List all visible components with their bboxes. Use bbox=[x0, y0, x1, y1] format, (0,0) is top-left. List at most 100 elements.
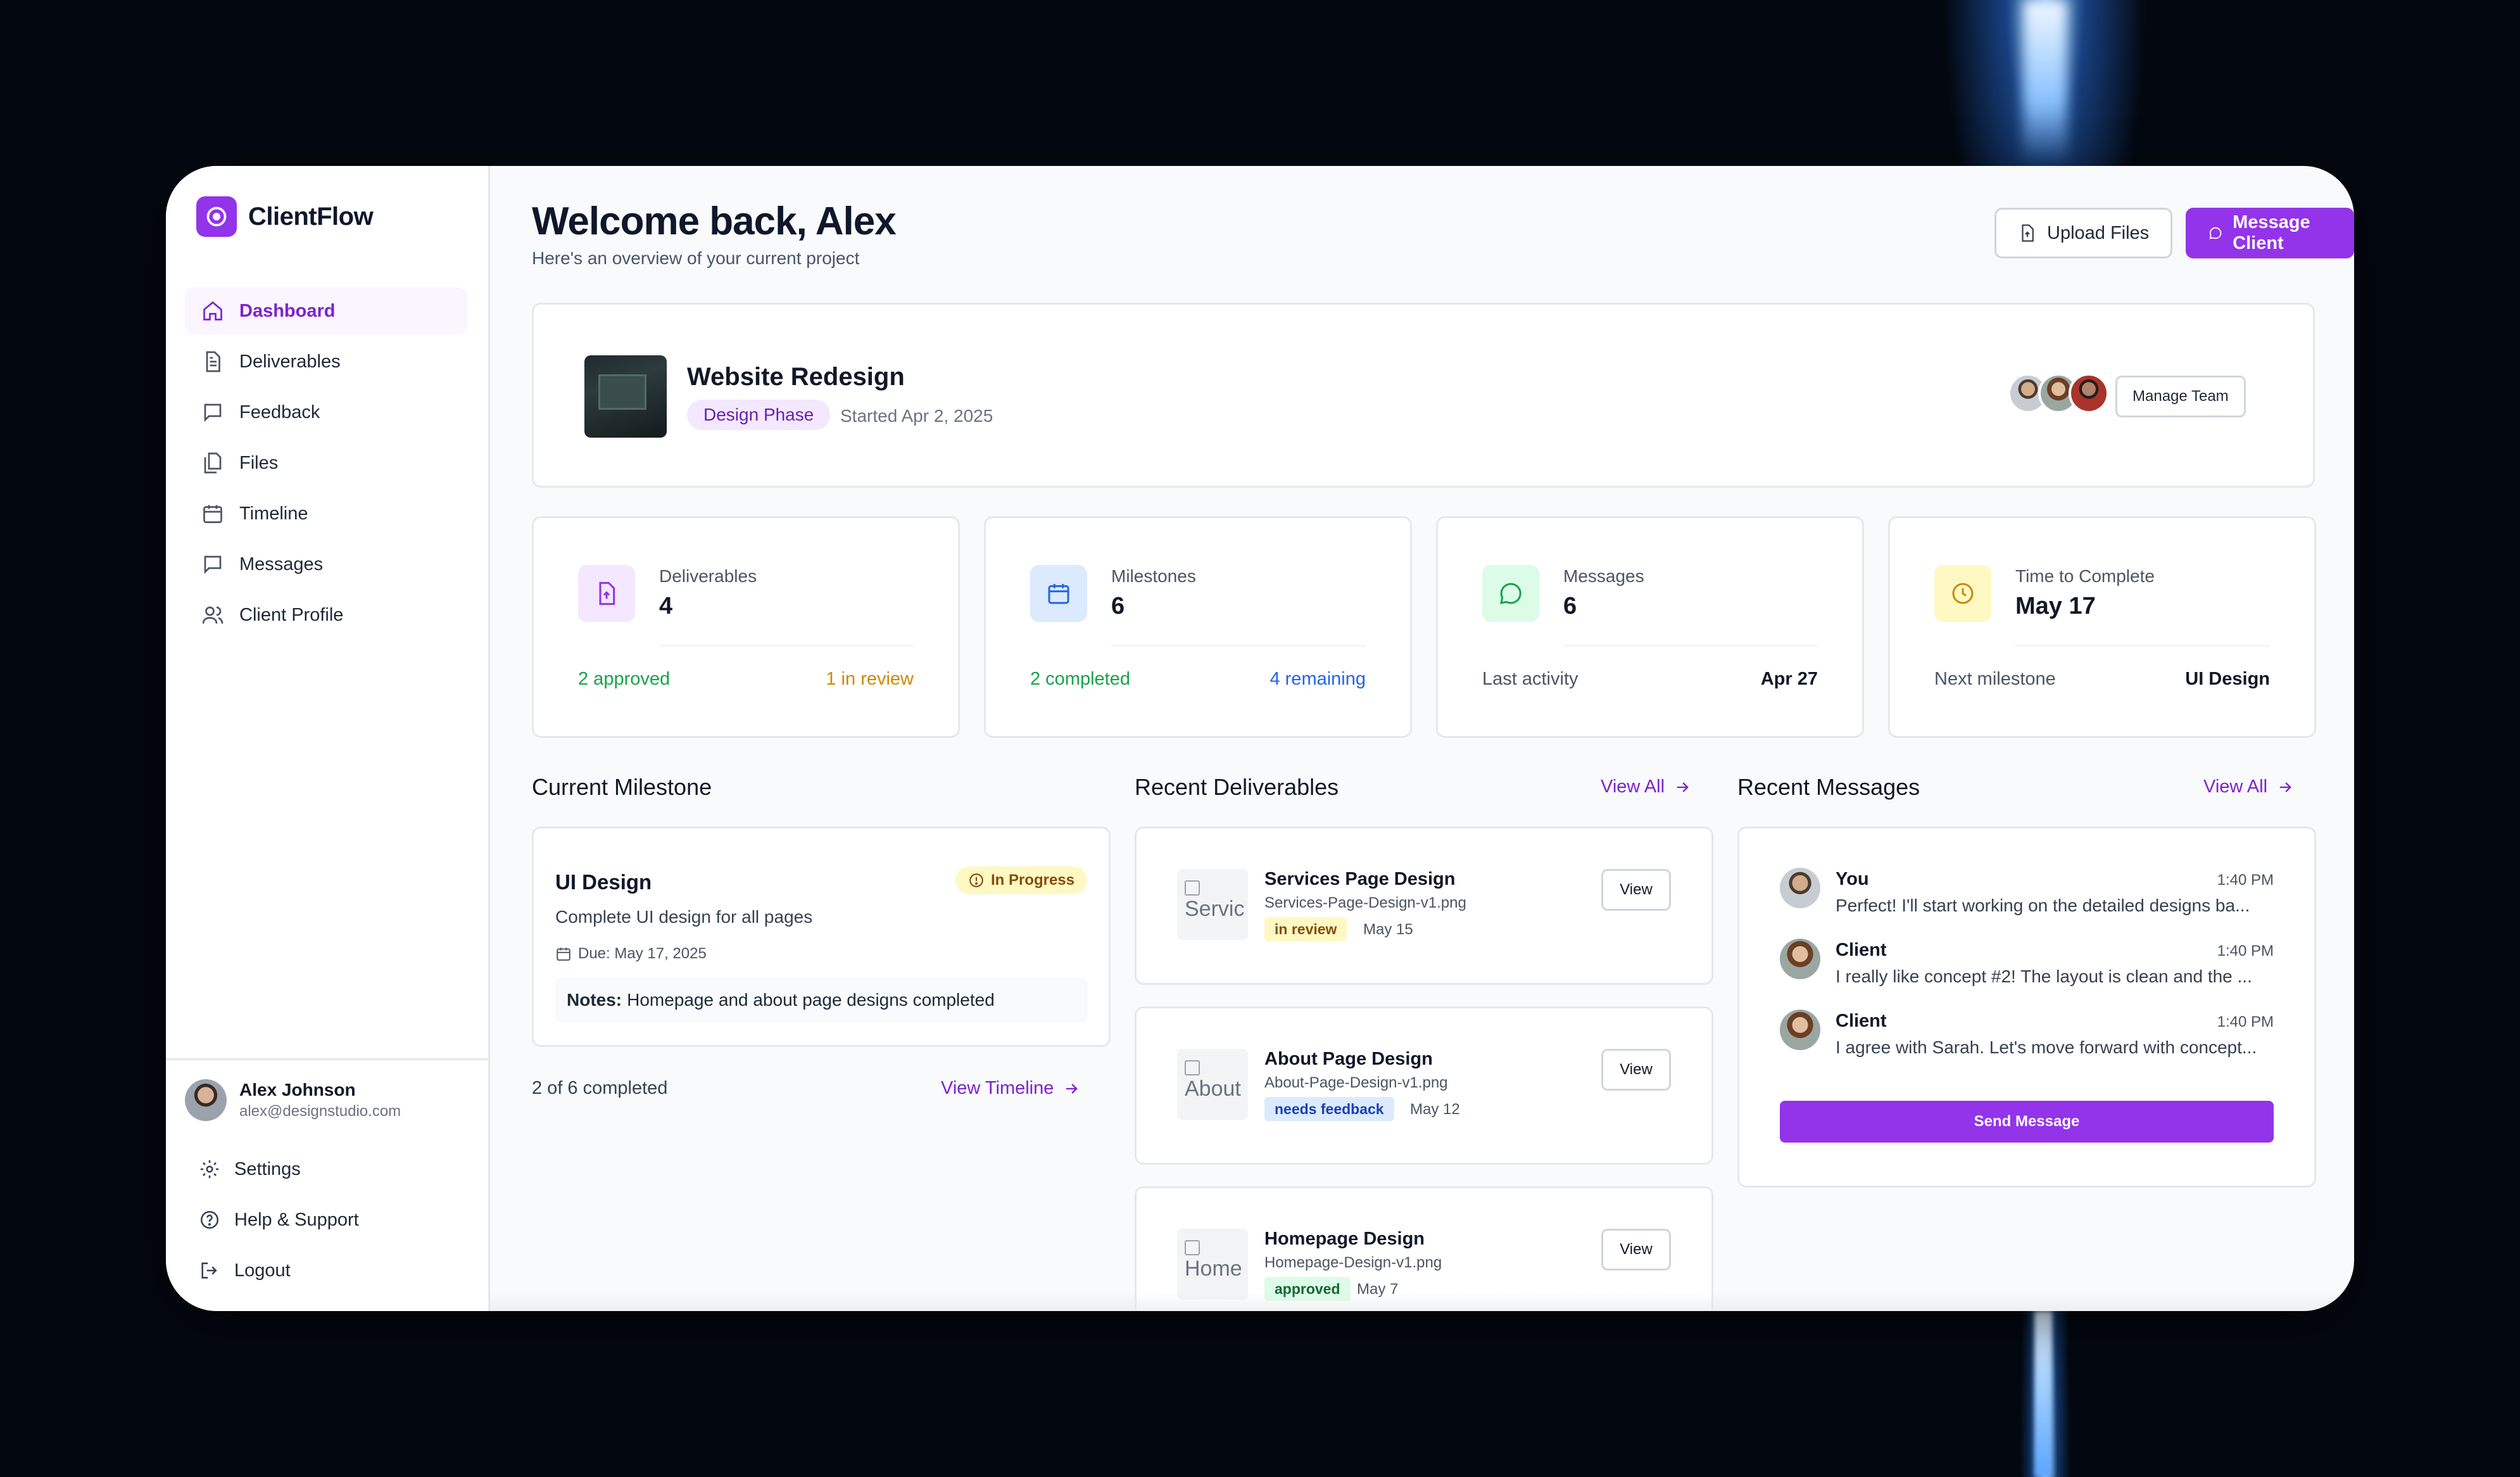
deliverable-date: May 12 bbox=[1410, 1101, 1460, 1118]
deliverables-view-all-link[interactable]: View All bbox=[1601, 777, 1691, 797]
stat-completed: 2 completed bbox=[1030, 669, 1130, 689]
logout-link[interactable]: Logout bbox=[185, 1245, 469, 1296]
sidebar-item-label: Client Profile bbox=[239, 604, 344, 625]
milestone-notes: Notes: Homepage and about page designs c… bbox=[555, 978, 1087, 1022]
view-button[interactable]: View bbox=[1601, 1049, 1671, 1091]
settings-link[interactable]: Settings bbox=[185, 1144, 469, 1195]
stat-value: 6 bbox=[1111, 593, 1125, 619]
status-badge: In Progress bbox=[955, 866, 1087, 894]
message-time: 1:40 PM bbox=[2217, 872, 2274, 889]
thumbnail-alt-text: About bbox=[1185, 1077, 1241, 1101]
arrow-right-icon bbox=[1677, 782, 1689, 792]
message-item[interactable]: You 1:40 PM Perfect! I'll start working … bbox=[1780, 868, 2274, 925]
message-time: 1:40 PM bbox=[2217, 942, 2274, 960]
manage-team-button[interactable]: Manage Team bbox=[2115, 376, 2246, 417]
stat-value: 4 bbox=[659, 593, 673, 619]
help-icon bbox=[200, 1210, 219, 1229]
milestone-due: Due: May 17, 2025 bbox=[555, 945, 707, 963]
stat-label: Messages bbox=[1563, 566, 1644, 586]
page-title: Welcome back, Alex bbox=[532, 200, 897, 243]
page-subtitle: Here's an overview of your current proje… bbox=[532, 248, 860, 268]
project-title: Website Redesign bbox=[687, 363, 905, 391]
main-content: Welcome back, Alex Here's an overview of… bbox=[490, 166, 2354, 1311]
clock-icon bbox=[1934, 565, 1991, 622]
message-icon bbox=[204, 555, 222, 574]
sidebar-item-label: Feedback bbox=[239, 402, 320, 422]
stat-label: Deliverables bbox=[659, 566, 757, 586]
message-sender: Client bbox=[1836, 940, 1887, 960]
stat-value: May 17 bbox=[2015, 593, 2096, 619]
deliverable-filename: Homepage-Design-v1.png bbox=[1264, 1254, 1442, 1271]
message-text: I really like concept #2! The layout is … bbox=[1836, 967, 2252, 986]
avatar bbox=[2069, 373, 2109, 414]
document-icon bbox=[206, 351, 220, 372]
thumbnail-alt-text: Servic bbox=[1185, 897, 1245, 921]
deliverable-filename: Services-Page-Design-v1.png bbox=[1264, 894, 1466, 911]
status-badge-label: In Progress bbox=[990, 872, 1074, 889]
arrow-right-icon bbox=[1066, 1083, 1078, 1094]
sidebar-item-deliverables[interactable]: Deliverables bbox=[185, 338, 467, 385]
logout-icon bbox=[201, 1262, 217, 1279]
message-item[interactable]: Client 1:40 PM I agree with Sarah. Let's… bbox=[1780, 1010, 2274, 1067]
sidebar-item-label: Dashboard bbox=[239, 300, 336, 321]
deliverable-title: Homepage Design bbox=[1264, 1229, 1425, 1249]
upload-files-label: Upload Files bbox=[2047, 222, 2150, 243]
view-all-label: View All bbox=[1601, 777, 1665, 797]
deliverable-title: About Page Design bbox=[1264, 1049, 1433, 1069]
thumbnail-alt-text: Home bbox=[1185, 1257, 1242, 1281]
help-support-link[interactable]: Help & Support bbox=[185, 1195, 469, 1245]
milestone-due-label: Due: May 17, 2025 bbox=[578, 945, 707, 962]
stat-last-activity-label: Last activity bbox=[1482, 669, 1578, 689]
calendar-icon bbox=[557, 948, 570, 961]
stat-next-milestone-label: Next milestone bbox=[1934, 669, 2056, 689]
settings-label: Settings bbox=[234, 1158, 301, 1179]
deliverable-title: Services Page Design bbox=[1264, 869, 1456, 889]
divider bbox=[1111, 645, 1366, 647]
sidebar-nav: Dashboard Deliverables Feedback Files Ti… bbox=[185, 288, 467, 642]
sidebar-item-feedback[interactable]: Feedback bbox=[185, 389, 467, 436]
message-client-label: Message Client bbox=[2233, 212, 2310, 253]
stat-approved: 2 approved bbox=[578, 669, 671, 689]
section-title-messages: Recent Messages bbox=[1737, 774, 1920, 800]
sidebar-item-client-profile[interactable]: Client Profile bbox=[185, 592, 467, 638]
deliverable-card: About About Page Design About-Page-Desig… bbox=[1135, 1006, 1713, 1165]
send-message-button[interactable]: Send Message bbox=[1780, 1101, 2274, 1143]
user-profile[interactable]: Alex Johnson alex@designstudio.com bbox=[185, 1079, 469, 1121]
stat-remaining: 4 remaining bbox=[1269, 669, 1366, 689]
message-client-button[interactable]: Message Client bbox=[2186, 208, 2354, 258]
divider bbox=[659, 645, 914, 647]
project-start-date: Started Apr 2, 2025 bbox=[840, 406, 993, 426]
avatar bbox=[1780, 868, 1820, 908]
view-timeline-link[interactable]: View Timeline bbox=[941, 1078, 1080, 1099]
broken-image-icon bbox=[1185, 880, 1200, 896]
message-item[interactable]: Client 1:40 PM I really like concept #2!… bbox=[1780, 939, 2274, 996]
avatar bbox=[1780, 939, 1820, 979]
notes-label: Notes: bbox=[567, 990, 622, 1010]
file-upload-icon bbox=[2022, 224, 2034, 242]
sidebar-item-files[interactable]: Files bbox=[185, 440, 467, 486]
view-button[interactable]: View bbox=[1601, 1229, 1671, 1271]
brand[interactable]: ClientFlow bbox=[196, 196, 374, 237]
view-button[interactable]: View bbox=[1601, 869, 1671, 911]
sidebar-item-label: Deliverables bbox=[239, 351, 341, 372]
divider bbox=[2015, 645, 2270, 647]
message-sender: You bbox=[1836, 869, 1869, 889]
sidebar-item-messages[interactable]: Messages bbox=[185, 541, 467, 588]
user-name: Alex Johnson bbox=[239, 1080, 356, 1100]
messages-view-all-link[interactable]: View All bbox=[2203, 777, 2294, 797]
stat-last-activity-value: Apr 27 bbox=[1760, 669, 1818, 689]
files-icon bbox=[204, 452, 222, 474]
status-badge: in review bbox=[1264, 917, 1347, 941]
divider bbox=[1563, 645, 1818, 647]
sidebar: ClientFlow Dashboard Deliverables Feedba… bbox=[166, 166, 490, 1311]
deliverable-thumbnail: Home bbox=[1177, 1229, 1248, 1300]
section-title-deliverables: Recent Deliverables bbox=[1135, 774, 1339, 800]
sidebar-item-dashboard[interactable]: Dashboard bbox=[185, 288, 467, 334]
sidebar-item-timeline[interactable]: Timeline bbox=[185, 490, 467, 537]
milestone-description: Complete UI design for all pages bbox=[555, 907, 813, 927]
milestone-title: UI Design bbox=[555, 870, 652, 894]
broken-image-icon bbox=[1185, 1240, 1200, 1255]
message-text: Perfect! I'll start working on the detai… bbox=[1836, 896, 2250, 915]
upload-files-button[interactable]: Upload Files bbox=[1994, 208, 2173, 258]
upload-doc-icon bbox=[578, 565, 635, 622]
